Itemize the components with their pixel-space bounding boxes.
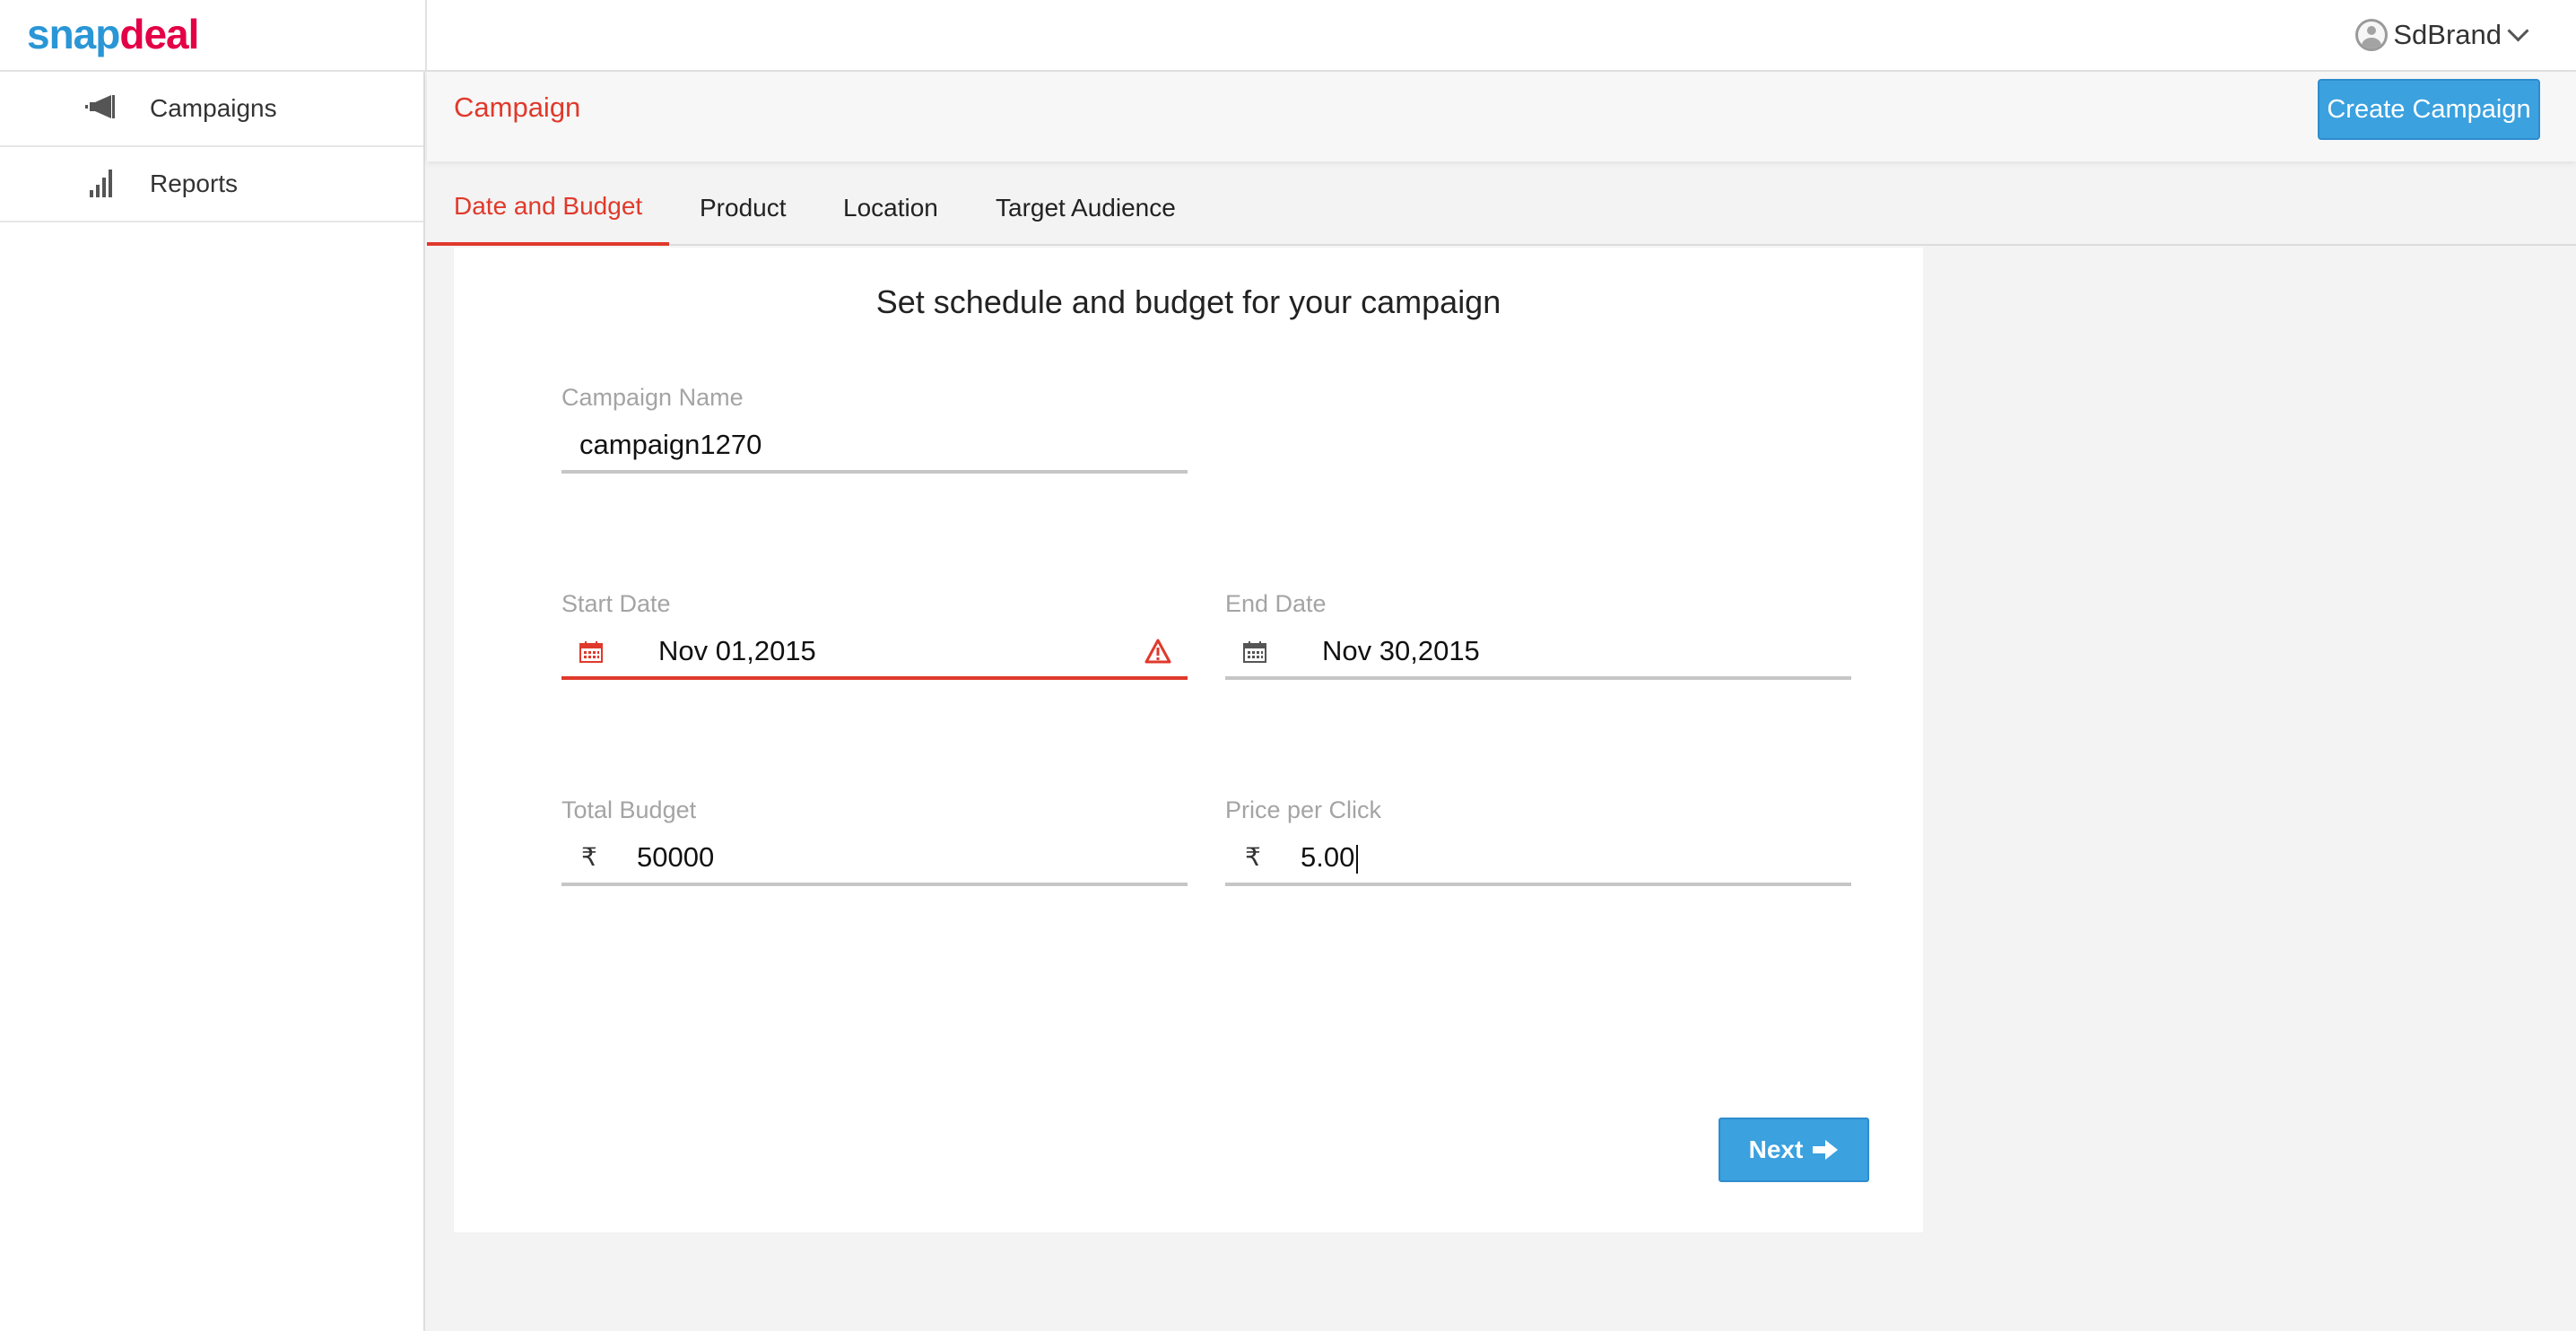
price-per-click-value: 5.00	[1301, 841, 1355, 873]
user-name: SdBrand	[2393, 19, 2502, 50]
end-date-value: Nov 30,2015	[1322, 635, 1480, 666]
calendar-icon[interactable]	[1243, 641, 1266, 663]
end-date-field: End Date Nov 30,2015	[1225, 588, 1851, 680]
end-date-input[interactable]: Nov 30,2015	[1225, 626, 1851, 680]
logo-deal: deal	[119, 11, 199, 57]
start-date-input[interactable]: Nov 01,2015	[561, 626, 1188, 680]
campaign-name-label: Campaign Name	[561, 384, 744, 411]
calendar-icon[interactable]	[579, 641, 603, 663]
end-date-label: End Date	[1225, 590, 1327, 617]
tab-location[interactable]: Location	[843, 170, 938, 246]
logo-snap: snap	[27, 11, 120, 57]
text-cursor	[1356, 844, 1359, 874]
campaign-name-value: campaign1270	[579, 429, 762, 460]
warning-icon	[1144, 639, 1171, 664]
page-title: Campaign	[454, 91, 581, 123]
total-budget-field: Total Budget ₹ 50000	[561, 795, 1188, 886]
topbar-divider	[425, 0, 427, 72]
page-header: Campaign Create Campaign	[427, 72, 2576, 161]
sidebar: Campaigns Reports	[0, 72, 425, 1331]
total-budget-value: 50000	[637, 841, 715, 873]
rupee-icon: ₹	[581, 843, 597, 871]
sidebar-item-label: Campaigns	[150, 94, 277, 122]
rupee-icon: ₹	[1245, 843, 1261, 871]
form-card: Set schedule and budget for your campaig…	[454, 248, 1923, 1232]
price-per-click-label: Price per Click	[1225, 796, 1382, 823]
price-per-click-input[interactable]: ₹ 5.00	[1225, 832, 1851, 886]
campaign-name-field: Campaign Name campaign1270	[561, 382, 1188, 474]
price-per-click-value-wrap: 5.00	[1301, 832, 1359, 883]
tab-date-and-budget[interactable]: Date and Budget	[427, 170, 670, 246]
start-date-label: Start Date	[561, 590, 671, 617]
start-date-field: Start Date Nov 01,2015	[561, 588, 1188, 680]
campaign-name-input[interactable]: campaign1270	[561, 420, 1188, 474]
sidebar-item-reports[interactable]: Reports	[0, 147, 423, 222]
start-date-value: Nov 01,2015	[658, 635, 816, 666]
snapdeal-logo[interactable]: snapdeal	[27, 9, 199, 59]
total-budget-input[interactable]: ₹ 50000	[561, 832, 1188, 886]
sidebar-item-campaigns[interactable]: Campaigns	[0, 72, 423, 147]
create-campaign-button[interactable]: Create Campaign	[2318, 79, 2540, 140]
tab-product[interactable]: Product	[700, 170, 787, 246]
top-bar: snapdeal SdBrand	[0, 0, 2576, 72]
sidebar-item-label: Reports	[150, 170, 239, 197]
arrow-right-icon	[1813, 1140, 1839, 1160]
user-menu[interactable]: SdBrand	[2355, 14, 2529, 56]
bar-chart-icon	[90, 170, 112, 197]
user-avatar-icon	[2355, 19, 2389, 51]
tab-bar: Date and Budget Product Location Target …	[427, 170, 2576, 246]
form-heading: Set schedule and budget for your campaig…	[875, 283, 1501, 320]
tab-target-audience[interactable]: Target Audience	[996, 170, 1176, 246]
next-button-label: Next	[1748, 1135, 1804, 1163]
next-button[interactable]: Next	[1719, 1118, 1869, 1182]
price-per-click-field: Price per Click ₹ 5.00	[1225, 795, 1851, 886]
total-budget-label: Total Budget	[561, 796, 697, 823]
chevron-down-icon	[2507, 19, 2529, 42]
megaphone-icon	[85, 95, 115, 118]
